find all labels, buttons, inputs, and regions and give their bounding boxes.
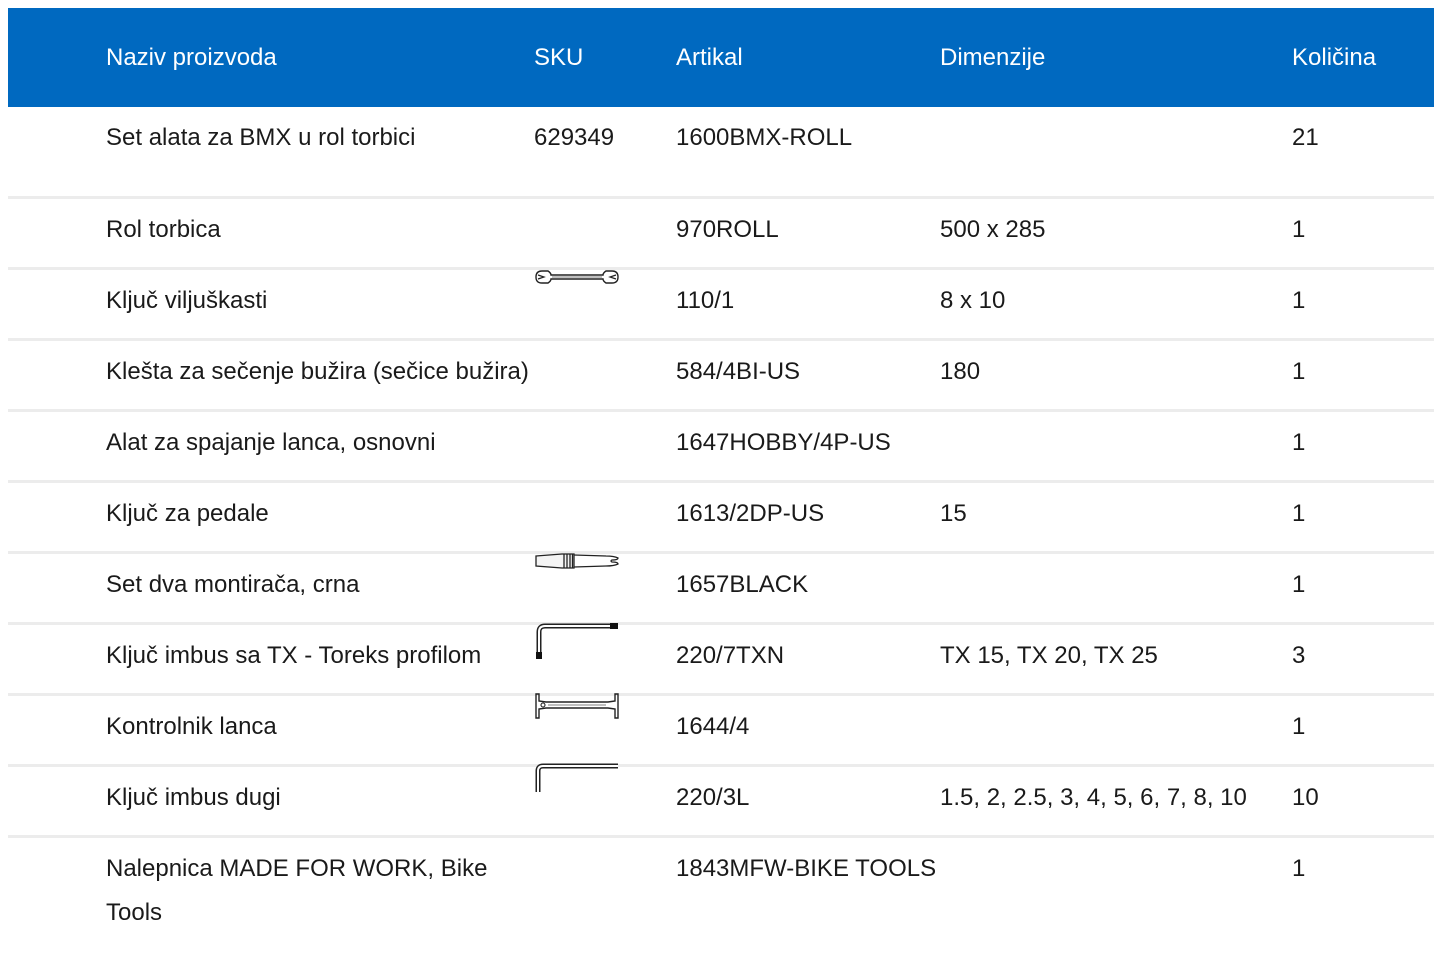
- table-row: Set dva montirača, crna 1657BLACK 1: [8, 552, 1434, 625]
- table-row: Kontrolnik lanca 1644/4 1: [8, 693, 1434, 767]
- cell-product-name: Rol torbica: [8, 197, 534, 270]
- cell-sku: [534, 410, 676, 483]
- header-sku: SKU: [534, 43, 584, 71]
- cell-product-name: Alat za spajanje lanca, osnovni: [8, 410, 534, 483]
- cell-product-name: Set dva montirača, crna: [8, 552, 534, 625]
- table-row: Set alata za BMX u rol torbici 629349 16…: [8, 107, 1434, 199]
- cell-article: 220/3L: [676, 765, 940, 838]
- cell-product-name: Ključ viljuškasti: [8, 268, 534, 341]
- cell-sku: [534, 763, 676, 838]
- table-row: Klešta za sečenje bužira (sečice bužira)…: [8, 339, 1434, 412]
- table-row: Ključ za pedale 1613/2DP-US 15 1: [8, 481, 1434, 554]
- cell-sku: [534, 552, 676, 625]
- cell-quantity: 1: [1292, 694, 1434, 767]
- cell-sku: [534, 481, 676, 554]
- cell-article: 1647HOBBY/4P-US: [676, 410, 940, 483]
- header-article: Artikal: [676, 43, 743, 71]
- cell-dimensions: [940, 410, 1292, 483]
- cell-article: 220/7TXN: [676, 623, 940, 696]
- table-header: Naziv proizvoda SKU Artikal Dimenzije Ko…: [8, 8, 1434, 107]
- cell-article: 1657BLACK: [676, 552, 940, 625]
- cell-product-name: Ključ imbus sa TX - Toreks profilom: [8, 623, 534, 696]
- chain-checker-icon: [534, 691, 620, 725]
- product-table: Naziv proizvoda SKU Artikal Dimenzije Ko…: [8, 8, 1434, 950]
- cell-quantity: 1: [1292, 481, 1434, 554]
- cell-quantity: 1: [1292, 855, 1306, 882]
- cell-article: 970ROLL: [676, 197, 940, 270]
- cell-sku: [534, 197, 676, 270]
- cell-article: 1843MFW-BIKE TOOLS: [676, 855, 937, 882]
- cell-article: 1600BMX-ROLL: [676, 107, 940, 199]
- table-row: Ključ imbus sa TX - Toreks profilom 220/…: [8, 623, 1434, 696]
- header-quantity: Količina: [1292, 43, 1377, 71]
- header-product-name: Naziv proizvoda: [106, 43, 277, 71]
- cell-quantity: 1: [1292, 268, 1434, 341]
- cell-quantity: 1: [1292, 339, 1434, 412]
- tire-lever-icon: [534, 549, 620, 583]
- cell-dimensions: [940, 107, 1292, 199]
- cell-dimensions: 1.5, 2, 2.5, 3, 4, 5, 6, 7, 8, 10: [940, 765, 1292, 838]
- table-row: Rol torbica 970ROLL 500 x 285 1: [8, 197, 1434, 270]
- cell-product-name: Ključ za pedale: [8, 481, 534, 554]
- cell-sku: [534, 693, 676, 767]
- cell-quantity: 3: [1292, 623, 1434, 696]
- cell-product-name: Kontrolnik lanca: [8, 694, 534, 767]
- cell-quantity: 21: [1292, 107, 1434, 199]
- cell-dimensions: [940, 552, 1292, 625]
- cell-product-name: Klešta za sečenje bužira (sečice bužira): [8, 339, 534, 412]
- table-row: Ključ viljuškasti 110/1 8 x 10 1: [8, 268, 1434, 341]
- cell-product-name: Set alata za BMX u rol torbici: [8, 107, 534, 199]
- cell-product-name: Nalepnica MADE FOR WORK, Bike Tools: [106, 855, 488, 926]
- table-row: Nalepnica MADE FOR WORK, Bike Tools 1843…: [8, 837, 1434, 951]
- cell-dimensions: TX 15, TX 20, TX 25: [940, 623, 1292, 696]
- cell-sku: 629349: [534, 107, 676, 199]
- cell-sku: [534, 268, 676, 341]
- cell-dimensions: 500 x 285: [940, 197, 1292, 270]
- table-row: Alat za spajanje lanca, osnovni 1647HOBB…: [8, 410, 1434, 483]
- cell-article: 110/1: [676, 268, 940, 341]
- cell-quantity: 10: [1292, 765, 1434, 838]
- header-row: Naziv proizvoda SKU Artikal Dimenzije Ko…: [8, 8, 1434, 107]
- cell-dimensions: [940, 837, 1292, 951]
- cell-dimensions: 15: [940, 481, 1292, 554]
- cell-sku: [534, 623, 676, 696]
- cell-sku: [534, 339, 676, 412]
- torx-key-icon: [534, 620, 620, 659]
- cell-sku: [534, 837, 676, 951]
- header-dimensions: Dimenzije: [940, 43, 1046, 71]
- cell-quantity: 1: [1292, 197, 1434, 270]
- table-row: Ključ imbus dugi 220/3L 1.5, 2, 2.5, 3, …: [8, 763, 1434, 838]
- cell-dimensions: [940, 694, 1292, 767]
- cell-article: 1644/4: [676, 694, 940, 767]
- cell-quantity: 1: [1292, 410, 1434, 483]
- cell-quantity: 1: [1292, 552, 1434, 625]
- cell-dimensions: 180: [940, 339, 1292, 412]
- cell-product-name: Ključ imbus dugi: [8, 765, 534, 838]
- cell-article: 584/4BI-US: [676, 339, 940, 412]
- cell-dimensions: 8 x 10: [940, 268, 1292, 341]
- hex-key-icon: [534, 762, 620, 796]
- product-table-container: Naziv proizvoda SKU Artikal Dimenzije Ko…: [8, 8, 1434, 950]
- open-end-wrench-icon: [534, 265, 620, 299]
- cell-article: 1613/2DP-US: [676, 481, 940, 554]
- table-body: Set alata za BMX u rol torbici 629349 16…: [8, 107, 1434, 950]
